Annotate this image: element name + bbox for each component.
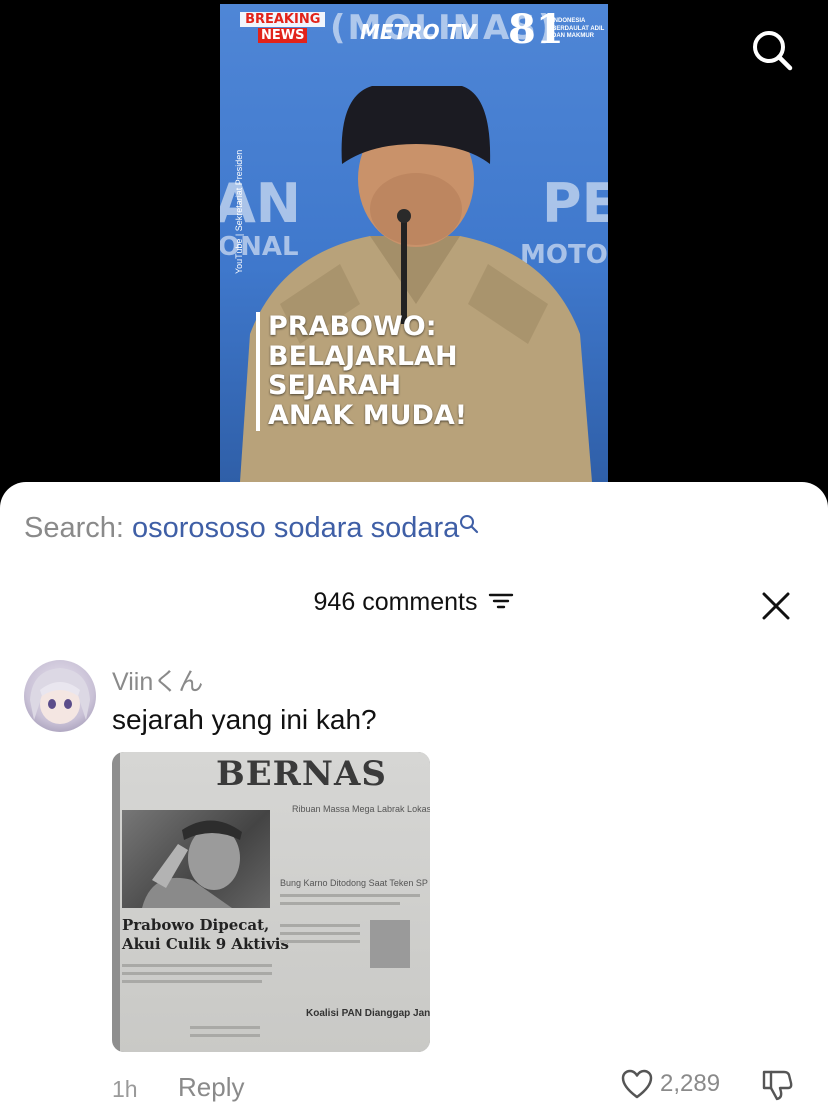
comment-image[interactable]: BERNAS Ribuan Massa Mega Labrak Lokasi B… [112, 752, 430, 1052]
text-column [190, 1034, 260, 1037]
thumbs-down-icon[interactable] [760, 1068, 794, 1102]
like-button[interactable]: 2,289 [620, 1068, 720, 1100]
text-column [190, 1026, 260, 1029]
like-count: 2,289 [660, 1070, 721, 1097]
newspaper-subhead: Koalisi PAN Dianggap Janggal [306, 1008, 430, 1019]
comment-text: sejarah yang ini kah? [112, 704, 377, 735]
avatar[interactable] [24, 660, 96, 732]
text-column [122, 980, 262, 983]
newspaper-masthead: BERNAS [216, 754, 387, 794]
text-column [122, 972, 272, 975]
video-headline: PRABOWO: BELAJARLAH SEJARAH ANAK MUDA! [256, 312, 467, 431]
filter-icon[interactable] [488, 589, 514, 618]
search-query-icon [460, 515, 479, 534]
anniversary-logo: 81 INDONESIA BERDAULAT ADIL DAN MAKMUR [508, 6, 605, 53]
metro-tv-logo: METRO TV [360, 20, 476, 44]
text-column [280, 902, 400, 905]
newspaper-headline: Prabowo Dipecat, Akui Culik 9 Aktivis [122, 916, 289, 953]
video-frame[interactable]: (MOLINAS) AN ONAL PE MOTO YouTube | Sekr… [220, 4, 608, 482]
breaking-news-badge: BREAKING NEWS [240, 12, 326, 43]
comments-sheet: Search: osorososo sodara sodara 946 comm… [0, 482, 828, 1104]
video-credit: YouTube | Sekretariat Presiden [234, 149, 244, 274]
heart-icon[interactable] [620, 1068, 654, 1100]
comment-time: 1h [112, 1076, 138, 1102]
reply-button[interactable]: Reply [178, 1072, 244, 1103]
search-suggestion[interactable]: Search: osorososo sodara sodara [24, 512, 479, 545]
newspaper-photo [122, 810, 270, 908]
close-icon[interactable] [760, 590, 792, 622]
video-player[interactable]: (MOLINAS) AN ONAL PE MOTO YouTube | Sekr… [0, 0, 828, 500]
newspaper-subhead: Ribuan Massa Mega Labrak Lokasi [292, 804, 430, 814]
comment-item: Viinくん sejarah yang ini kah? BERNAS Ribu… [0, 658, 828, 1104]
search-icon[interactable] [746, 24, 798, 76]
search-prefix: Search: [24, 512, 124, 544]
text-column [280, 932, 360, 935]
search-query[interactable]: osorososo sodara sodara [132, 512, 459, 544]
comment-count: 946 comments [313, 588, 478, 616]
comments-header: 946 comments [0, 588, 828, 618]
text-column [280, 894, 420, 897]
newspaper-page: BERNAS Ribuan Massa Mega Labrak Lokasi B… [120, 752, 430, 1052]
comment-username[interactable]: Viinくん [112, 662, 203, 698]
text-column [280, 924, 360, 927]
text-column [280, 940, 360, 943]
newspaper-subhead: Bung Karno Ditodong Saat Teken SP [280, 878, 428, 888]
newspaper-portrait [370, 920, 410, 968]
text-column [122, 964, 272, 967]
